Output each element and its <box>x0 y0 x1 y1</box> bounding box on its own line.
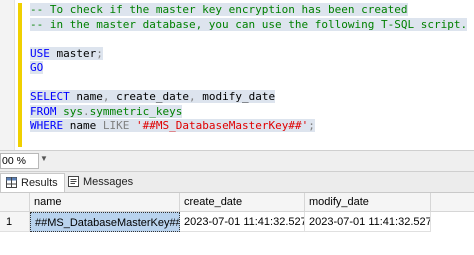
code-line[interactable]: -- To check if the master key encryption… <box>30 3 467 18</box>
column-header-name[interactable]: name <box>30 193 180 211</box>
code-line[interactable]: SELECT name, create_date, modify_date <box>30 90 467 105</box>
code-token: ; <box>96 46 103 60</box>
code-token: name <box>69 90 103 103</box>
code-line[interactable]: USE master; <box>30 46 467 62</box>
code-line[interactable]: FROM sys.symmetric_keys <box>30 104 467 120</box>
sql-editor[interactable]: -- To check if the master key encryption… <box>0 0 474 150</box>
code-line[interactable] <box>30 32 467 47</box>
table-row[interactable]: 1 ##MS_DatabaseMasterKey## 2023-07-01 11… <box>0 212 474 232</box>
results-tab-bar: Results Messages <box>0 172 474 193</box>
code-token: -- To check if the master key encryption… <box>30 3 408 16</box>
code-token: FROM <box>30 104 57 118</box>
code-token: name <box>63 119 103 132</box>
change-tracking-bar <box>18 3 22 147</box>
code-token: master <box>49 46 97 60</box>
cell-create-date[interactable]: 2023-07-01 11:41:32.527 <box>180 212 305 232</box>
grid-icon <box>6 177 17 188</box>
code-token: , <box>102 90 110 103</box>
pane-splitter[interactable]: 00 % ▼ <box>0 150 474 172</box>
tab-results[interactable]: Results <box>0 173 65 192</box>
selected-text: WHERE name LIKE '##MS_DatabaseMasterKey#… <box>30 119 315 132</box>
tab-messages-label: Messages <box>83 176 134 188</box>
results-grid[interactable]: name create_date modify_date 1 ##MS_Data… <box>0 193 474 255</box>
row-number[interactable]: 1 <box>0 212 30 232</box>
cell-name[interactable]: ##MS_DatabaseMasterKey## <box>30 212 180 232</box>
code-token: sys <box>63 104 83 118</box>
tab-messages[interactable]: Messages <box>63 173 139 191</box>
column-header-modify-date[interactable]: modify_date <box>305 193 431 211</box>
zoom-level[interactable]: 00 % <box>0 153 39 169</box>
code-token: LIKE <box>102 119 130 132</box>
code-token: , <box>188 90 196 103</box>
code-line[interactable]: -- in the master database, you can use t… <box>30 17 468 33</box>
selected-text: GO <box>30 61 44 74</box>
selected-text: SELECT name, create_date, modify_date <box>30 90 276 103</box>
code-line[interactable] <box>30 76 467 91</box>
code-token: . <box>83 104 90 118</box>
grid-header: name create_date modify_date <box>0 193 474 212</box>
row-number-header[interactable] <box>0 193 30 211</box>
code-token: USE <box>30 46 50 60</box>
code-token: ; <box>308 119 315 132</box>
column-header-create-date[interactable]: create_date <box>180 193 305 211</box>
selected-text: FROM sys.symmetric_keys <box>30 104 183 118</box>
code-token: GO <box>30 61 44 74</box>
code-token: SELECT <box>30 90 70 103</box>
code-area[interactable]: -- To check if the master key encryption… <box>30 3 468 134</box>
code-token: modify_date <box>195 90 276 103</box>
code-token: -- in the master database, you can use t… <box>30 17 468 31</box>
selected-text: -- in the master database, you can use t… <box>30 17 468 31</box>
chevron-down-icon[interactable]: ▼ <box>40 154 48 163</box>
code-token: create_date <box>109 90 189 103</box>
selected-text: USE master; <box>30 46 103 60</box>
editor-margin <box>0 0 15 150</box>
code-token: symmetric_keys <box>89 104 183 118</box>
messages-icon <box>68 176 79 187</box>
code-line[interactable]: WHERE name LIKE '##MS_DatabaseMasterKey#… <box>30 119 467 134</box>
selected-text: -- To check if the master key encryption… <box>30 3 408 16</box>
tab-results-label: Results <box>21 177 58 189</box>
cell-modify-date[interactable]: 2023-07-01 11:41:32.527 <box>305 212 431 232</box>
code-token: WHERE <box>30 119 64 132</box>
code-token: '##MS_DatabaseMasterKey##' <box>136 119 309 132</box>
code-line[interactable]: GO <box>30 61 467 76</box>
